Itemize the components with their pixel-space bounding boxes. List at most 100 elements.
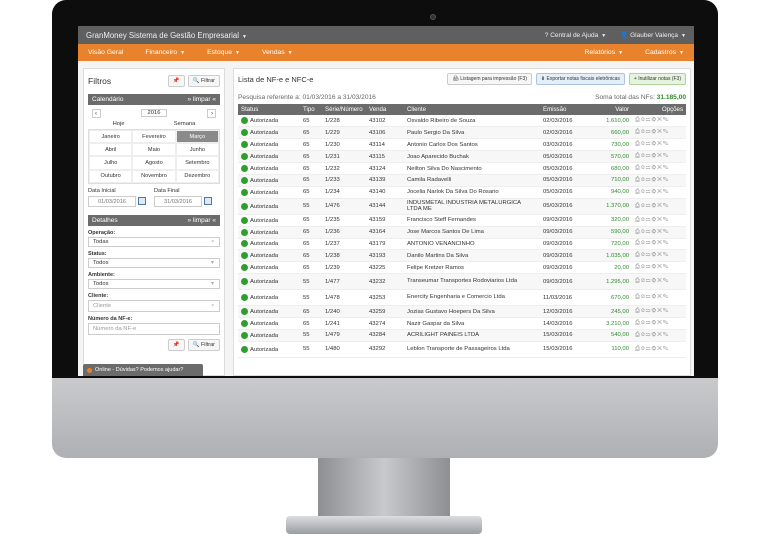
table-row[interactable]: Autorizada 65 1/232 43124 Neilton Silva Do N…	[238, 162, 686, 175]
menu-estoque[interactable]: Estoque ▼	[207, 49, 240, 56]
month-option[interactable]: Abril	[89, 143, 133, 157]
edit-icon[interactable]: ✎	[663, 189, 669, 195]
today-option[interactable]: Hoje	[113, 121, 125, 127]
status-text: Autorizada	[250, 332, 279, 339]
table-row[interactable]: Autorizada 55 1/479 43284 ACRILIGHT PAINEIS …	[238, 329, 686, 342]
month-option[interactable]: Novembro	[132, 169, 176, 183]
edit-icon[interactable]: ✎	[663, 153, 669, 159]
chat-widget[interactable]: Online - Dúvidas? Podemos ajudar?	[83, 364, 203, 376]
filter-button-bottom[interactable]: 🔍 Filtrar	[187, 338, 220, 351]
calendar-icon[interactable]	[138, 197, 146, 206]
edit-icon[interactable]: ✎	[663, 346, 669, 352]
edit-icon[interactable]: ✎	[663, 264, 669, 270]
table-row[interactable]: Autorizada 65 1/229 43106 Paulo Sergio Da Si…	[238, 126, 686, 140]
table-row[interactable]: Autorizada 55 1/480 43292 Leblon Transporte …	[238, 341, 686, 358]
col-cliente[interactable]: Cliente	[404, 104, 540, 115]
menu-visao-geral[interactable]: Visão Geral	[88, 49, 123, 56]
user-menu[interactable]: 👤 Glauber Valença ▼	[620, 31, 686, 39]
table-row[interactable]: Autorizada 65 1/240 43259 Jozias Gustavo Hoe…	[238, 305, 686, 319]
edit-icon[interactable]: ✎	[663, 129, 669, 135]
valor-cell: 20,00	[590, 261, 632, 275]
edit-icon[interactable]: ✎	[663, 117, 669, 123]
month-option[interactable]: Julho	[89, 156, 133, 170]
table-row[interactable]: Autorizada 65 1/235 43159 Francisco Steff Fe…	[238, 214, 686, 227]
menu-relatorios[interactable]: Relatórios ▼	[585, 49, 624, 56]
operacao-select[interactable]: Todas ×	[88, 236, 220, 247]
table-row[interactable]: Autorizada 55 1/477 43232 Transeumar Transpo…	[238, 273, 686, 291]
numero-input[interactable]: Número da NF-e	[88, 322, 220, 335]
void-notes-button[interactable]: + Inutilizar notas (F3)	[628, 73, 686, 85]
col-emissao[interactable]: Emissão	[540, 104, 590, 115]
table-row[interactable]: Autorizada 65 1/231 43115 Joao Aparecido Buc…	[238, 150, 686, 164]
calendar-clear-link[interactable]: » limpar «	[187, 96, 216, 103]
pin-button[interactable]: 📌	[167, 338, 185, 351]
table-row[interactable]: Autorizada 65 1/234 43140 Jocelia Narlok Da …	[238, 186, 686, 199]
end-date-input[interactable]: 31/03/2016	[154, 195, 202, 207]
status-select[interactable]: Todos ▾	[88, 257, 220, 268]
edit-icon[interactable]: ✎	[663, 203, 669, 209]
calendar-icon[interactable]	[204, 197, 212, 206]
next-year-button[interactable]: ›	[207, 108, 217, 118]
month-option[interactable]: Setembro	[175, 156, 219, 170]
filter-button-top[interactable]: 🔍 Filtrar	[187, 75, 220, 87]
col-valor[interactable]: Valor	[590, 104, 632, 115]
table-row[interactable]: Autorizada 65 1/237 43179 ANTONIO VENANCINHO…	[238, 238, 686, 251]
edit-icon[interactable]: ✎	[663, 141, 669, 147]
month-option[interactable]: Maio	[132, 143, 176, 157]
prev-year-button[interactable]: ‹	[91, 108, 101, 118]
week-option[interactable]: Semana	[174, 121, 196, 127]
month-option[interactable]: Fevereiro	[132, 130, 176, 144]
tipo-cell: 65	[300, 214, 322, 227]
pin-button[interactable]: 📌	[167, 75, 185, 87]
details-clear-link[interactable]: » limpar «	[187, 217, 216, 224]
table-row[interactable]: Autorizada 65 1/239 43225 Felipe Kretzer Ram…	[238, 261, 686, 275]
col-tipo[interactable]: Tipo	[300, 104, 322, 115]
print-list-button[interactable]: 🖨 Listagem para impressão (F3)	[447, 73, 532, 85]
month-option[interactable]: Junho	[175, 143, 219, 157]
edit-icon[interactable]: ✎	[663, 229, 669, 235]
status-cell: Autorizada	[238, 238, 300, 251]
status-cell: Autorizada	[238, 261, 300, 275]
ambiente-value: Todos	[93, 280, 109, 287]
table-row[interactable]: Autorizada 65 1/241 43274 Nazir Gaspar da Si…	[238, 317, 686, 330]
edit-icon[interactable]: ✎	[663, 217, 669, 223]
status-cell: Autorizada	[238, 214, 300, 227]
col-serie[interactable]: Série/Número	[322, 104, 366, 115]
table-row[interactable]: Autorizada 65 1/230 43114 Antonio Carlos Dos…	[238, 138, 686, 152]
menu-vendas[interactable]: Vendas ▼	[262, 49, 293, 56]
start-date-input[interactable]: 01/03/2016	[88, 195, 136, 207]
clear-icon[interactable]: ×	[211, 301, 219, 311]
month-option[interactable]: Março	[175, 130, 219, 144]
export-button[interactable]: ⬇ Exportar notas fiscais eletrônicas	[535, 73, 625, 85]
edit-icon[interactable]: ✎	[663, 294, 669, 300]
col-venda[interactable]: Venda	[366, 104, 404, 115]
cliente-input[interactable]: Cliente ×	[88, 299, 220, 312]
month-option[interactable]: Dezembro	[175, 169, 219, 183]
edit-icon[interactable]: ✎	[663, 177, 669, 183]
app-title-menu[interactable]: GranMoney Sistema de Gestão Empresarial ▼	[86, 31, 531, 40]
col-status[interactable]: Status	[238, 104, 300, 115]
edit-icon[interactable]: ✎	[663, 278, 669, 284]
edit-icon[interactable]: ✎	[663, 308, 669, 314]
month-option[interactable]: Agosto	[132, 156, 176, 170]
table-row[interactable]: Autorizada 55 1/478 43253 Enercity Engenhari…	[238, 289, 686, 307]
edit-icon[interactable]: ✎	[663, 240, 669, 246]
options-cell: ⎙⌀▭⚙✕✎	[632, 329, 686, 342]
month-option[interactable]: Outubro	[89, 169, 133, 183]
help-menu[interactable]: ? Central de Ajuda ▼	[545, 32, 606, 39]
clear-icon[interactable]: ×	[211, 238, 219, 246]
menu-financeiro[interactable]: Financeiro ▼	[145, 49, 185, 56]
menu-cadastros[interactable]: Cadastros ▼	[645, 49, 684, 56]
edit-icon[interactable]: ✎	[663, 320, 669, 326]
edit-icon[interactable]: ✎	[663, 252, 669, 258]
table-row[interactable]: Autorizada 65 1/228 43102 Osvaldo Ribeiro de…	[238, 115, 686, 128]
table-row[interactable]: Autorizada 65 1/238 43193 Danilo Martins Da …	[238, 249, 686, 263]
table-row[interactable]: Autorizada 65 1/236 43164 Jose Marcos Santos…	[238, 226, 686, 239]
month-option[interactable]: Janeiro	[89, 130, 133, 144]
table-row[interactable]: Autorizada 65 1/233 43139 Camila Radavelli 05…	[238, 174, 686, 187]
table-row[interactable]: Autorizada 55 1/476 43144 INDUSMETAL INDUSTR…	[238, 198, 686, 215]
edit-icon[interactable]: ✎	[663, 332, 669, 338]
edit-icon[interactable]: ✎	[663, 165, 669, 171]
operacao-label: Operação:	[88, 229, 116, 236]
ambiente-select[interactable]: Todos ▾	[88, 278, 220, 289]
